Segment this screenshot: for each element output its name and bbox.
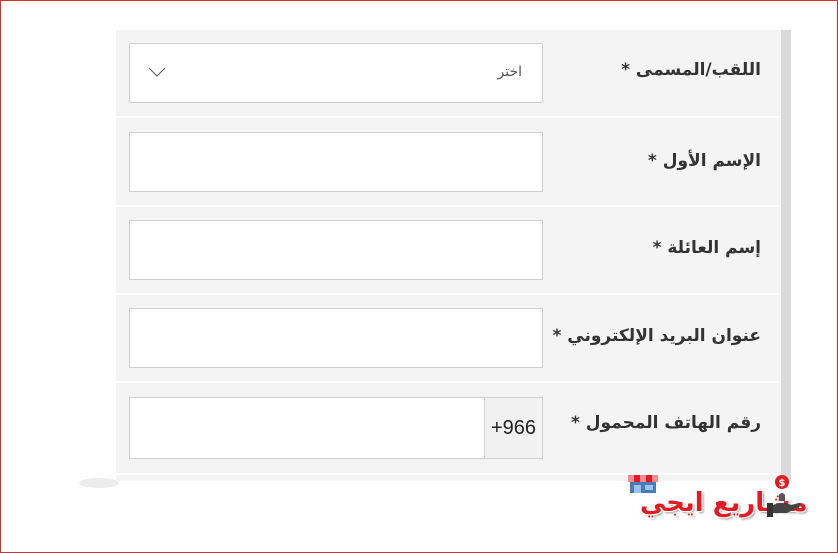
site-logo: مشاريع ايجي $	[626, 473, 808, 523]
first-name-input[interactable]	[129, 132, 543, 192]
money-hand-icon: $	[767, 475, 801, 517]
title-select-value: اختر	[497, 64, 523, 80]
page-frame: اللقب/المسمى * اختر الإسم الأول * إسم ال…	[0, 0, 838, 553]
decorative-shadow	[79, 478, 119, 488]
chevron-down-icon	[148, 67, 166, 77]
email-input[interactable]	[129, 308, 543, 368]
title-select[interactable]: اختر	[129, 43, 543, 103]
svg-text:$: $	[779, 478, 786, 489]
row-mobile: رقم الهاتف المحمول * +966	[116, 383, 781, 475]
country-code-prefix: +966	[484, 398, 542, 458]
mobile-input[interactable]: +966	[129, 397, 543, 459]
last-name-label: إسم العائلة *	[652, 238, 761, 258]
row-title: اللقب/المسمى * اختر	[116, 30, 781, 118]
first-name-label: الإسم الأول *	[647, 151, 761, 171]
registration-form: اللقب/المسمى * اختر الإسم الأول * إسم ال…	[116, 30, 791, 481]
row-email: عنوان البريد الإلكتروني *	[116, 295, 781, 383]
last-name-input[interactable]	[129, 220, 543, 280]
mobile-label: رقم الهاتف المحمول *	[570, 413, 761, 433]
row-last-name: إسم العائلة *	[116, 207, 781, 295]
row-first-name: الإسم الأول *	[116, 118, 781, 207]
title-label: اللقب/المسمى *	[621, 60, 761, 80]
email-label: عنوان البريد الإلكتروني *	[552, 326, 761, 346]
